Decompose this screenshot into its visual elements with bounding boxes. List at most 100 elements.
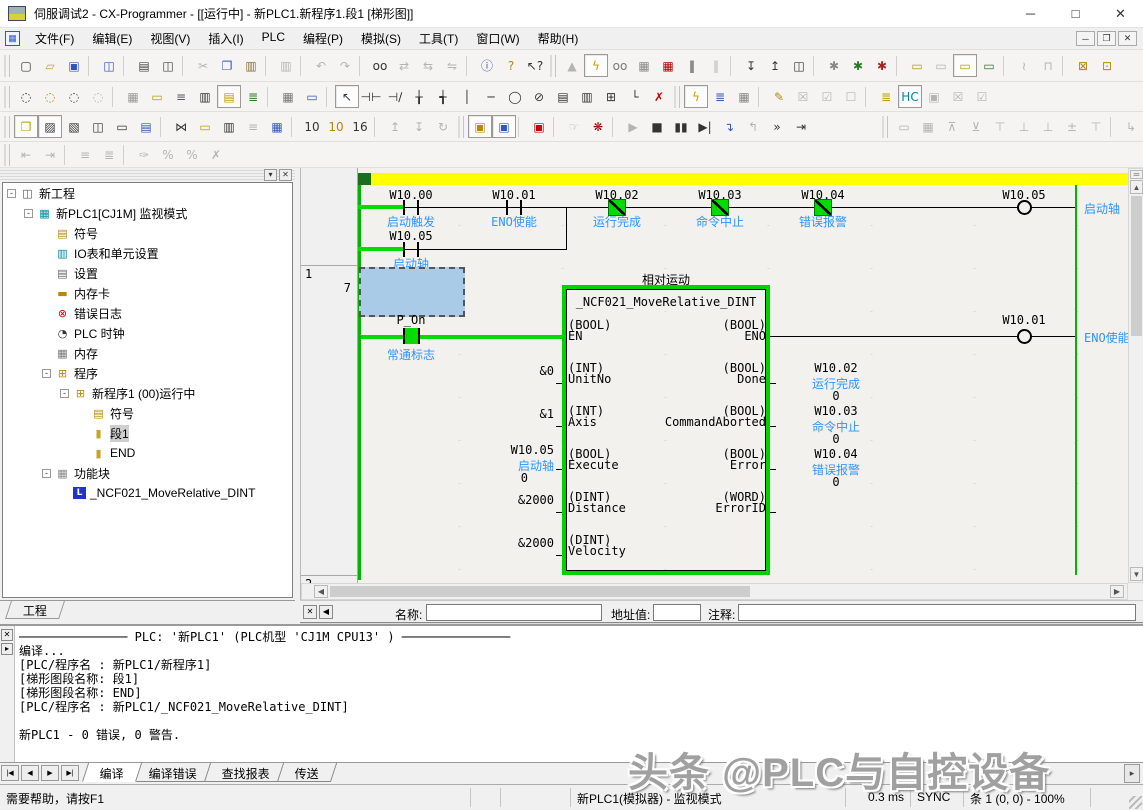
simulator-exit-icon[interactable]: ▣: [527, 115, 551, 138]
address-input[interactable]: [653, 604, 701, 621]
sim-pause-icon[interactable]: ▮▮: [669, 115, 693, 138]
mdi-restore-button[interactable]: ❐: [1097, 31, 1116, 46]
online-edit-release-icon[interactable]: ⊻: [964, 115, 988, 138]
watch-window-icon[interactable]: ▥: [217, 115, 241, 138]
sim-stop-icon[interactable]: ■: [645, 115, 669, 138]
compile-check-icon[interactable]: ◫: [97, 54, 121, 77]
tab-transfer[interactable]: 传送: [277, 763, 337, 782]
menu-item[interactable]: 模拟(S): [352, 28, 410, 49]
coil-nc-icon[interactable]: ⊘: [527, 85, 551, 108]
online-edit-cancel-icon[interactable]: ⊼: [940, 115, 964, 138]
tree-item-fb-ncf021[interactable]: L _NCF021_MoveRelative_DINT: [3, 483, 292, 503]
menu-item[interactable]: 窗口(W): [467, 28, 528, 49]
simulator-online-icon[interactable]: ▣: [468, 115, 492, 138]
toolbar-icon[interactable]: [265, 56, 272, 76]
scroll-down-icon[interactable]: ▼: [1130, 567, 1143, 581]
monitor-window-3-icon[interactable]: ▭: [953, 54, 977, 77]
vertical-line-icon[interactable]: │: [455, 85, 479, 108]
zoom-custom-icon[interactable]: ◌: [38, 85, 62, 108]
toolbar-icon[interactable]: [674, 86, 680, 108]
auto-online-icon[interactable]: ▦: [632, 54, 656, 77]
fb-output-address[interactable]: W10.03: [793, 404, 879, 418]
go-to-output-icon[interactable]: ↧: [407, 115, 431, 138]
force-on-icon[interactable]: ⊤: [988, 115, 1012, 138]
monitor-window-2-icon[interactable]: ▭: [929, 54, 953, 77]
output-coil[interactable]: [1017, 329, 1032, 344]
decrease-indent-icon[interactable]: ⇤: [14, 143, 38, 166]
toolbar-icon[interactable]: [300, 56, 307, 76]
force-reset-icon[interactable]: %: [156, 143, 180, 166]
print-preview-icon[interactable]: ◫: [156, 54, 180, 77]
run-mode-icon[interactable]: ✱: [870, 54, 894, 77]
undo-icon[interactable]: ↶: [309, 54, 333, 77]
pause-icon[interactable]: ‖: [704, 54, 728, 77]
toolbar-icon[interactable]: [267, 87, 274, 107]
toolbar-icon[interactable]: [1003, 56, 1010, 76]
toolbar-icon[interactable]: [291, 117, 298, 137]
tab-compile[interactable]: 编译: [82, 763, 142, 782]
output-expand-icon[interactable]: ▸: [1, 643, 13, 655]
sim-play-icon[interactable]: ▶: [621, 115, 645, 138]
monitor-io-icon[interactable]: ▥: [193, 85, 217, 108]
toolbar-icon[interactable]: [182, 56, 189, 76]
tree-item-project-root[interactable]: - ◫ 新工程: [3, 183, 292, 203]
change-all-icon[interactable]: ⇆: [416, 54, 440, 77]
p-on-contact-energized[interactable]: [403, 328, 420, 344]
tree-item-program1[interactable]: - ⊞ 新程序1 (00)运行中: [3, 383, 292, 403]
tab-prev-icon[interactable]: ◀: [21, 765, 39, 781]
toolbar-icon[interactable]: [612, 117, 619, 137]
set-password-icon[interactable]: ⊠: [1071, 54, 1095, 77]
sim-step-in-icon[interactable]: ↴: [717, 115, 741, 138]
cross-reference-icon[interactable]: ⋈: [169, 115, 193, 138]
menu-item[interactable]: 帮助(H): [529, 28, 588, 49]
fb-output-address[interactable]: W10.02: [793, 361, 879, 375]
simulator-edit-icon[interactable]: ▣: [492, 115, 516, 138]
operand-bar-close-icon[interactable]: ✕: [303, 605, 317, 619]
about-icon[interactable]: ⓘ: [475, 54, 499, 77]
toolbar-icon[interactable]: [4, 144, 10, 166]
monitor-window-4-icon[interactable]: ▭: [977, 54, 1001, 77]
fb-operand[interactable]: &2000: [448, 536, 554, 550]
fb-library-icon[interactable]: ≣: [708, 85, 732, 108]
comment-input[interactable]: [738, 604, 1136, 621]
transfer-warning-icon[interactable]: ▦: [656, 54, 680, 77]
menu-item[interactable]: 视图(V): [141, 28, 199, 49]
fb-online-edit-icon[interactable]: ϟ: [684, 85, 708, 108]
coil-address[interactable]: W10.05: [984, 188, 1064, 202]
output-coil[interactable]: [1017, 200, 1032, 215]
fb-release-icon[interactable]: ☐: [839, 85, 863, 108]
pls-instruction-icon[interactable]: ▤: [551, 85, 575, 108]
fb-instance-list-icon[interactable]: ≣: [874, 85, 898, 108]
toolbar-icon[interactable]: [1110, 117, 1117, 137]
tree-expander-icon[interactable]: -: [42, 369, 51, 378]
toolbar-icon[interactable]: [865, 87, 872, 107]
monitor-window-1-icon[interactable]: ▭: [905, 54, 929, 77]
rung-list-icon[interactable]: ≡: [73, 143, 97, 166]
tree-item-section-end[interactable]: ▮ END: [3, 443, 292, 463]
monitor-mode-icon[interactable]: ✱: [846, 54, 870, 77]
ladder-canvas[interactable]: W10.00 启动触发 W10.01 ENO使能 W10.02 运行完成 W10…: [358, 168, 1128, 583]
scroll-right-icon[interactable]: ▶: [1110, 585, 1124, 598]
fb-output-address[interactable]: W10.04: [793, 447, 879, 461]
coil-icon[interactable]: ◯: [503, 85, 527, 108]
sim-step-icon[interactable]: ▶|: [693, 115, 717, 138]
ladder-view-icon[interactable]: ▤: [217, 85, 241, 108]
contact-address[interactable]: W10.00: [371, 188, 451, 202]
contact-or-nc-icon[interactable]: ╅: [431, 85, 455, 108]
rung-wrap-icon[interactable]: ≣: [97, 143, 121, 166]
tab-project[interactable]: 工程: [5, 601, 65, 619]
tree-expander-icon[interactable]: -: [60, 389, 69, 398]
toolbar-icon[interactable]: [112, 87, 119, 107]
fb-hc-monitor-icon[interactable]: HC: [898, 85, 922, 108]
workspace-collapse-button[interactable]: ▾: [264, 169, 277, 181]
menu-item[interactable]: PLC: [253, 28, 294, 49]
fb-prop-3-icon[interactable]: ☑: [970, 85, 994, 108]
io-window-icon[interactable]: ◫: [86, 115, 110, 138]
dui-window-icon[interactable]: ▦: [265, 115, 289, 138]
delete-tool-icon[interactable]: ✗: [647, 85, 671, 108]
force-decimal-icon[interactable]: 10: [324, 115, 348, 138]
tree-item-symbols[interactable]: ▤ 符号: [3, 223, 292, 243]
properties-window-icon[interactable]: ▤: [134, 115, 158, 138]
copy-icon[interactable]: ❐: [215, 54, 239, 77]
rung-cursor-bar[interactable]: [358, 173, 1128, 185]
